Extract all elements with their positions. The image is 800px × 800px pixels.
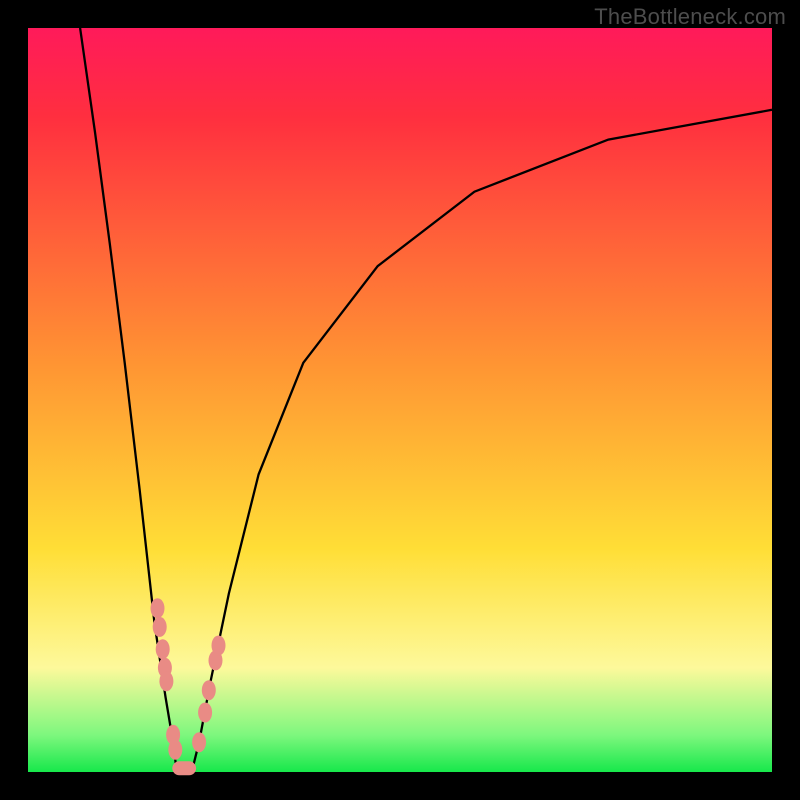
chart-frame: TheBottleneck.com (0, 0, 800, 800)
data-point-left-6 (168, 740, 182, 760)
data-point-left-0 (151, 598, 165, 618)
data-point-right-0 (198, 703, 212, 723)
curve-right-branch (192, 110, 772, 772)
watermark-text: TheBottleneck.com (594, 4, 786, 30)
data-point-left-1 (153, 617, 167, 637)
data-point-right-3 (212, 636, 226, 656)
gradient-plot-area (28, 28, 772, 772)
data-point-left-4 (159, 671, 173, 691)
data-point-left-2 (156, 639, 170, 659)
data-point-right-1 (202, 680, 216, 700)
curve-svg (28, 28, 772, 772)
data-point-right-4 (192, 732, 206, 752)
data-point-bottom-cluster (172, 761, 196, 775)
